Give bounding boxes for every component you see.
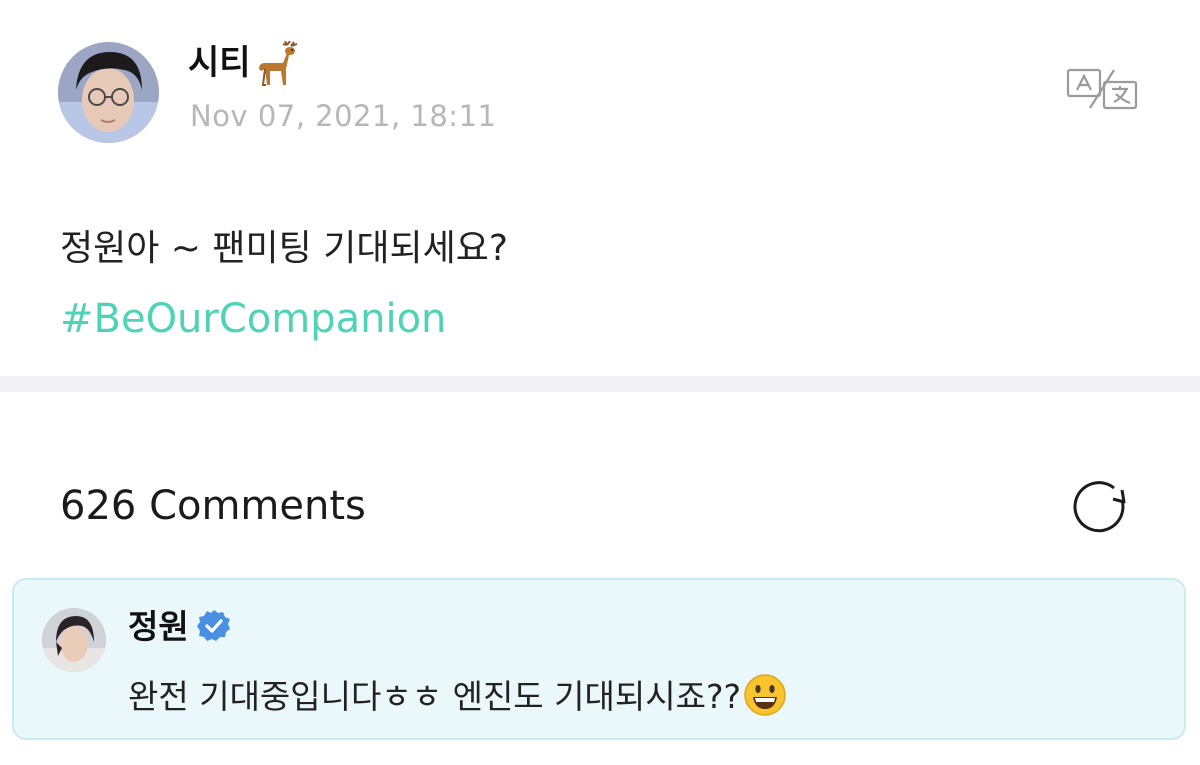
author-name: 시티 xyxy=(188,43,251,83)
translate-icon xyxy=(1066,68,1138,110)
refresh-comments-button[interactable] xyxy=(1072,478,1132,536)
highlighted-comment-card[interactable]: 정원 완전 기대중입니다ㅎㅎ 엔진도 기대되시죠?? xyxy=(12,578,1186,740)
author-name-row[interactable]: 시티 xyxy=(188,38,307,89)
grinning-face-icon xyxy=(743,673,787,717)
comment-text-row: 완전 기대중입니다ㅎㅎ 엔진도 기대되시죠?? xyxy=(128,672,787,722)
post-date: Nov 07, 2021, 18:11 xyxy=(190,99,497,133)
verified-badge-icon xyxy=(196,609,231,643)
author-avatar[interactable] xyxy=(58,42,159,143)
deer-icon xyxy=(253,39,307,89)
post-body: 정원아 ~ 팬미팅 기대되세요? xyxy=(60,228,508,269)
post-page: 시티 Nov 07, 2021, 18:11 정원아 ~ 팬미팅 기대되세요? … xyxy=(0,0,1200,765)
post-hashtag-link[interactable]: #BeOurCompanion xyxy=(60,290,446,348)
refresh-icon xyxy=(1073,481,1126,533)
comment-author-avatar[interactable] xyxy=(42,608,106,672)
comment-text: 완전 기대중입니다ㅎㅎ 엔진도 기대되시죠?? xyxy=(128,677,741,716)
comment-author-name: 정원 xyxy=(128,607,189,646)
comment-author-row[interactable]: 정원 xyxy=(128,604,231,650)
translate-button[interactable] xyxy=(1066,66,1138,112)
section-divider xyxy=(0,376,1200,392)
comments-count: 626 Comments xyxy=(60,483,366,529)
